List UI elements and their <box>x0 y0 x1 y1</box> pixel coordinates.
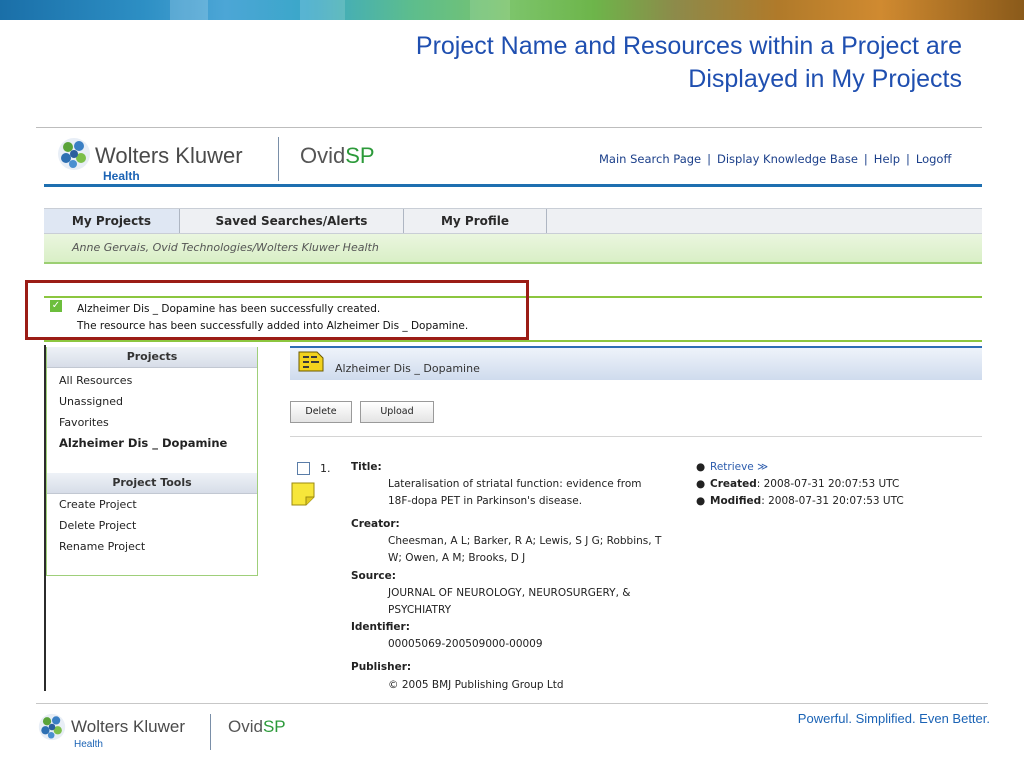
display-knowledge-base-link[interactable]: Display Knowledge Base <box>717 152 858 166</box>
record-meta: ● Retrieve ≫ ● Created: 2008-07-31 20:07:5… <box>696 459 904 510</box>
identifier-label: Identifier: <box>351 621 410 633</box>
main-search-page-link[interactable]: Main Search Page <box>599 152 701 166</box>
record-number: 1. <box>320 462 331 475</box>
created-label: Created <box>710 478 757 490</box>
logoff-link[interactable]: Logoff <box>916 152 952 166</box>
footer-tagline: Powerful. Simplified. Even Better. <box>797 711 990 726</box>
sidebar-item-alzheimer-dopamine[interactable]: Alzheimer Dis _ Dopamine <box>59 436 227 450</box>
nav-separator: | <box>906 152 910 166</box>
annotation-highlight-box <box>25 280 529 340</box>
rename-project-link[interactable]: Rename Project <box>59 540 145 553</box>
tab-bar: My Projects Saved Searches/Alerts My Pro… <box>44 208 982 234</box>
user-name: Anne Gervais, Ovid Technologies/Wolters … <box>72 241 379 254</box>
help-link[interactable]: Help <box>874 152 900 166</box>
project-folder-icon <box>298 351 324 372</box>
upload-button[interactable]: Upload <box>360 401 434 423</box>
creator-label: Creator: <box>351 518 400 530</box>
delete-project-link[interactable]: Delete Project <box>59 519 136 532</box>
create-project-link[interactable]: Create Project <box>59 498 137 511</box>
ovid-logo-part: Ovid <box>228 717 263 736</box>
content-divider <box>290 436 982 437</box>
source-value-line2: PSYCHIATRY <box>388 604 451 616</box>
created-row: ● Created: 2008-07-31 20:07:53 UTC <box>696 476 904 493</box>
footer-divider <box>210 714 211 750</box>
sticky-note-icon[interactable] <box>291 482 315 506</box>
footer-rule <box>36 703 988 704</box>
ovidsp-logo: OvidSP <box>300 143 375 169</box>
top-navigation: Main Search Page | Display Knowledge Base |… <box>599 152 951 166</box>
band-segment <box>470 0 510 20</box>
project-title: Alzheimer Dis _ Dopamine <box>335 362 480 375</box>
tab-my-profile[interactable]: My Profile <box>404 209 547 233</box>
bullet: ● <box>696 461 706 473</box>
project-tools-heading: Project Tools <box>47 473 257 494</box>
frame-divider <box>36 127 982 128</box>
sidebar-item-all-resources[interactable]: All Resources <box>59 374 132 387</box>
top-decorative-band <box>0 0 1024 20</box>
ovid-logo-part: Ovid <box>300 143 346 168</box>
footer-logo-text: Wolters Kluwer <box>71 717 185 736</box>
publisher-label: Publisher: <box>351 661 412 673</box>
modified-label: Modified <box>710 495 762 507</box>
header-rule <box>44 184 982 187</box>
band-segment <box>300 0 345 20</box>
identifier-value: 00005069-200509000-00009 <box>388 638 543 650</box>
record-select-checkbox[interactable] <box>297 462 310 475</box>
wolters-kluwer-logo-sub: Health <box>103 169 140 183</box>
sidebar-item-unassigned[interactable]: Unassigned <box>59 395 123 408</box>
sp-logo-part: SP <box>262 717 286 736</box>
title-value-line2: 18F-dopa PET in Parkinson's disease. <box>388 495 583 507</box>
projects-sidebar: Projects All Resources Unassigned Favori… <box>46 347 258 576</box>
modified-value: : 2008-07-31 20:07:53 UTC <box>761 495 904 507</box>
nav-separator: | <box>707 152 711 166</box>
footer-logo-sub: Health <box>74 739 103 750</box>
modified-row: ● Modified: 2008-07-31 20:07:53 UTC <box>696 493 904 510</box>
tab-my-projects[interactable]: My Projects <box>44 209 180 233</box>
source-value-line1: JOURNAL OF NEUROLOGY, NEUROSURGERY, & <box>388 587 631 599</box>
band-segment <box>170 0 208 20</box>
tab-saved-searches-alerts[interactable]: Saved Searches/Alerts <box>180 209 404 233</box>
slide-title: Project Name and Resources within a Proj… <box>262 30 962 96</box>
user-bar: Anne Gervais, Ovid Technologies/Wolters … <box>44 234 982 264</box>
wolters-kluwer-globe-icon <box>58 138 90 170</box>
publisher-value: © 2005 BMJ Publishing Group Ltd <box>388 679 564 691</box>
bullet: ● <box>696 495 706 507</box>
header-divider <box>278 137 279 181</box>
retrieve-row: ● Retrieve ≫ <box>696 459 904 476</box>
creator-value-line1: Cheesman, A L; Barker, R A; Lewis, S J G… <box>388 535 662 547</box>
footer-globe-icon <box>38 713 66 741</box>
created-value: : 2008-07-31 20:07:53 UTC <box>756 478 900 490</box>
creator-value-line2: W; Owen, A M; Brooks, D J <box>388 552 526 564</box>
nav-separator: | <box>863 152 868 166</box>
source-label: Source: <box>351 570 396 582</box>
slide-title-line2: Displayed in My Projects <box>688 65 962 93</box>
projects-heading: Projects <box>47 347 257 368</box>
bullet: ● <box>696 478 706 490</box>
slide-title-line1: Project Name and Resources within a Proj… <box>415 32 962 60</box>
title-value-line1: Lateralisation of striatal function: evi… <box>388 478 642 490</box>
project-header: Alzheimer Dis _ Dopamine <box>290 346 982 380</box>
retrieve-link[interactable]: Retrieve ≫ <box>710 461 768 473</box>
title-label: Title: <box>351 461 382 473</box>
wolters-kluwer-logo-text: Wolters Kluwer <box>95 143 243 168</box>
sp-logo-part: SP <box>345 143 375 168</box>
sidebar-item-favorites[interactable]: Favorites <box>59 416 109 429</box>
footer-ovidsp-logo: OvidSP <box>228 717 286 737</box>
delete-button[interactable]: Delete <box>290 401 352 423</box>
